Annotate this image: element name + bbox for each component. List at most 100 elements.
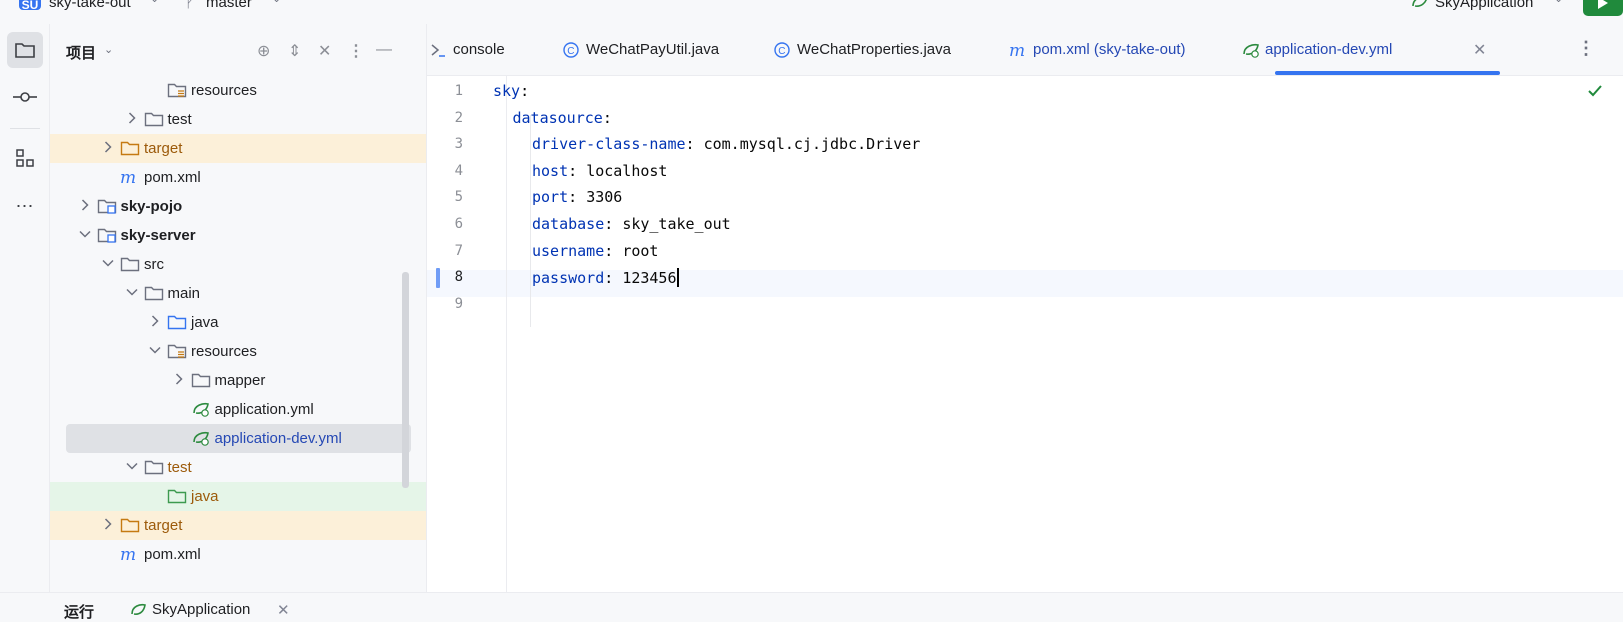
chevron-right-icon[interactable] [79,199,91,211]
yaml-value: 123456 [622,269,677,288]
more-tools-button[interactable]: ⋯ [7,188,43,224]
tree-item-label: java [191,314,219,331]
project-name[interactable]: sky-take-out [49,0,131,11]
editor-tabs: console C WeChatPayUtil.java C WeChatPropert… [427,24,1623,76]
line-number: 9 [454,295,463,312]
tab-label: WeChatProperties.java [797,41,951,58]
commit-tool-button[interactable] [7,79,43,115]
chevron-down-icon[interactable]: ⌄ [104,43,113,56]
tree-item[interactable]: resources [50,76,426,105]
chevron-right-icon[interactable] [149,315,161,327]
structure-tool-button[interactable] [7,140,43,176]
tree-item[interactable]: application.yml [50,395,426,424]
chevron-down-icon[interactable] [149,344,161,356]
code-line[interactable]: sky: [493,82,529,100]
tree-item[interactable]: sky-pojo [50,192,426,221]
separator [10,128,40,129]
more-vertical-icon[interactable]: ⋮ [1577,38,1595,59]
tree-item[interactable]: target [50,511,426,540]
code-line[interactable]: datasource: [513,109,612,127]
editor-tab[interactable]: m pom.xml (sky-take-out) [1007,24,1227,76]
code-line[interactable]: port: 3306 [532,188,622,206]
code-line[interactable]: password: 123456 [532,268,679,288]
options-icon[interactable]: ⋮ [348,41,364,61]
branch-name[interactable]: master [206,0,252,11]
close-icon[interactable]: ✕ [1473,40,1486,60]
chevron-right-icon[interactable] [173,373,185,385]
tree-item[interactable]: java [50,308,426,337]
tree-item[interactable]: m pom.xml [50,540,426,569]
hide-icon[interactable]: — [376,41,392,59]
run-panel-label[interactable]: 运行 [64,601,94,622]
panel-title[interactable]: 项目 [66,42,96,63]
tree-item[interactable]: resources [50,337,426,366]
locate-icon[interactable]: ⊕ [257,41,270,61]
tree-item[interactable]: test [50,105,426,134]
chevron-down-icon[interactable] [125,460,138,472]
project-tool-button[interactable] [7,32,43,68]
chevron-down-icon[interactable] [102,257,114,269]
class-icon: C [563,42,579,58]
close-icon[interactable]: ✕ [277,601,290,619]
editor-tab[interactable]: console [427,24,547,76]
tree-item[interactable]: mapper [50,366,426,395]
code-line[interactable]: host: localhost [532,162,667,180]
expand-all-icon[interactable]: ⇕ [288,41,301,61]
tree-item-label: application-dev.yml [214,430,342,447]
tab-label: WeChatPayUtil.java [586,41,720,58]
run-config-name[interactable]: SkyApplication [1435,0,1533,11]
maven-icon: m [120,168,138,188]
module-icon [97,227,116,243]
folder-icon [144,285,163,301]
chevron-down-icon[interactable] [125,286,138,298]
active-tab-indicator [1275,71,1500,75]
tab-label: application-dev.yml [1265,41,1393,58]
tree-item[interactable]: java [50,482,426,511]
tree-item[interactable]: target [50,134,426,163]
chevron-right-icon[interactable] [126,112,138,124]
tree-item[interactable]: application-dev.yml [66,424,411,453]
tree-item[interactable]: m pom.xml [50,163,426,192]
structure-icon [16,149,34,167]
yaml-value: sky_take_out [622,215,731,233]
editor-tab[interactable]: C WeChatProperties.java [771,24,996,76]
tree-item-label: test [167,459,192,476]
folder-icon [144,111,163,127]
tree-item[interactable]: src [50,250,426,279]
project-panel-header: 项目 ⌄ ⊕ ⇕ ✕ ⋮ — [50,24,426,76]
project-badge[interactable]: SU [19,0,41,12]
tree-item-label: pom.xml [144,169,201,186]
tree-scrollbar[interactable] [402,272,409,488]
code-line[interactable]: driver-class-name: com.mysql.cj.jdbc.Dri… [532,135,920,153]
folder-icon [167,82,187,98]
collapse-all-icon[interactable]: ✕ [318,41,331,61]
chevron-down-icon[interactable]: ⌄ [272,0,281,5]
folder-icon [167,488,187,504]
change-marker[interactable] [436,268,440,289]
tree-item[interactable]: main [50,279,426,308]
code-line[interactable]: username: root [532,242,658,260]
chevron-right-icon[interactable] [102,141,114,153]
svg-text:C: C [567,46,574,57]
editor-tab[interactable]: C WeChatPayUtil.java [560,24,760,76]
run-tab-label[interactable]: SkyApplication [152,601,250,618]
tree-item-label: sky-pojo [120,198,183,215]
chevron-down-icon[interactable]: ⌄ [150,0,159,5]
spring-icon [1243,43,1259,58]
console-icon [431,44,445,57]
yaml-separator: : [685,135,704,154]
chevron-down-icon[interactable] [78,228,91,240]
run-button[interactable] [1583,0,1623,16]
tree-item[interactable]: sky-server [50,221,426,250]
chevron-right-icon[interactable] [102,518,114,530]
chevron-down-icon[interactable]: ⌄ [1554,0,1563,5]
text-caret [676,268,679,288]
tree-item[interactable]: test [50,453,426,482]
folder-icon [120,256,140,272]
editor-tab[interactable]: application-dev.yml [1239,24,1479,76]
indent-guide [530,115,531,327]
folder-icon [191,372,210,388]
tree-item-label: src [144,256,164,273]
code-line[interactable]: database: sky_take_out [532,215,731,233]
folder-icon [167,314,187,330]
